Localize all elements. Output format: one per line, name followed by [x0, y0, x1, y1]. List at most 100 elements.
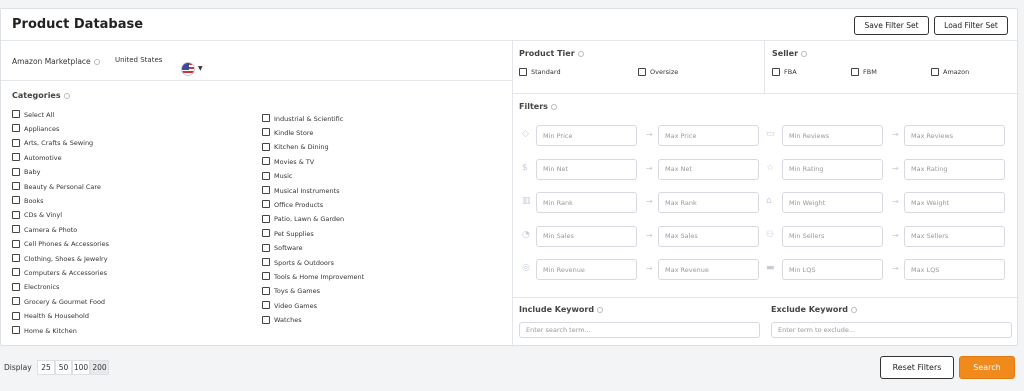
- page-size-50[interactable]: 50: [55, 360, 72, 375]
- exclude-keyword-input[interactable]: Enter term to exclude...: [771, 322, 1012, 338]
- checkbox-label-amazon: Amazon: [943, 68, 970, 76]
- tier-divider: [512, 93, 1019, 94]
- checkbox-category-select-all[interactable]: [12, 110, 20, 118]
- info-icon: [801, 50, 808, 57]
- checkbox-category-kitchen-and-dining[interactable]: [262, 142, 270, 151]
- category-label: Beauty & Personal Care: [24, 182, 101, 191]
- category-label: Clothing, Shoes & Jewelry: [24, 254, 108, 263]
- category-label: Watches: [274, 316, 302, 325]
- us-flag-icon[interactable]: [181, 62, 195, 76]
- product-database-panel: Product Database Save Filter Set Load Fi…: [0, 8, 1019, 347]
- include-keyword-label: Include Keyword: [519, 305, 604, 314]
- checkbox-category-cds-and-vinyl[interactable]: [12, 210, 20, 219]
- checkbox-category-clothing-shoes-and-jewelry[interactable]: [12, 254, 20, 262]
- save-filter-set-button[interactable]: Save Filter Set: [854, 16, 929, 35]
- checkbox-category-beauty-and-personal-care[interactable]: [12, 182, 20, 190]
- checkbox-category-cell-phones-and-accessories[interactable]: [12, 239, 20, 248]
- min-lqs-input[interactable]: Min LQS: [782, 259, 883, 280]
- category-label: Movies & TV: [274, 157, 315, 166]
- load-filter-set-button[interactable]: Load Filter Set: [934, 16, 1008, 35]
- reset-filters-button[interactable]: Reset Filters: [880, 356, 954, 379]
- category-label: Tools & Home Improvement: [274, 272, 365, 281]
- marketplace-label: Amazon Marketplace: [12, 57, 100, 66]
- category-label: Video Games: [274, 301, 318, 310]
- checkbox-category-pet-supplies[interactable]: [262, 229, 270, 238]
- min-sales-input[interactable]: Min Sales: [536, 225, 637, 247]
- max-rank-input[interactable]: Max Rank: [658, 192, 759, 213]
- revenue-icon: ◎: [522, 263, 530, 273]
- checkbox-category-industrial-and-scientific[interactable]: [262, 114, 270, 122]
- panel-header: Product Database Save Filter Set Load Fi…: [1, 9, 1017, 41]
- min-reviews-input[interactable]: Min Reviews: [782, 125, 883, 146]
- checkbox-category-software[interactable]: [262, 243, 270, 252]
- checkbox-oversize[interactable]: [638, 68, 646, 76]
- min-revenue-input[interactable]: Min Revenue: [536, 259, 637, 280]
- max-reviews-input[interactable]: Max Reviews: [904, 125, 1005, 146]
- checkbox-category-musical-instruments[interactable]: [262, 186, 270, 194]
- search-button[interactable]: Search: [959, 356, 1015, 379]
- checkbox-category-movies-and-tv[interactable]: [262, 157, 270, 166]
- dollar-icon: $: [522, 162, 528, 173]
- checkbox-fba[interactable]: [772, 68, 780, 76]
- checkbox-category-health-and-household[interactable]: [12, 311, 20, 320]
- checkbox-label-fba: FBA: [784, 68, 797, 76]
- info-icon: [851, 306, 857, 313]
- min-sellers-input[interactable]: Min Sellers: [782, 225, 883, 247]
- checkbox-category-baby[interactable]: [12, 167, 20, 176]
- quality-icon: ▬: [766, 263, 775, 273]
- category-label: Kitchen & Dining: [274, 143, 329, 152]
- max-price-input[interactable]: Max Price: [658, 125, 759, 146]
- marketplace-value[interactable]: United States: [115, 56, 162, 64]
- max-sales-input[interactable]: Max Sales: [658, 225, 759, 247]
- checkbox-category-watches[interactable]: [262, 315, 270, 324]
- page-size-25[interactable]: 25: [37, 360, 55, 375]
- min-price-input[interactable]: Min Price: [536, 125, 637, 146]
- min-weight-input[interactable]: Min Weight: [782, 192, 883, 213]
- arrow-right-icon: →: [892, 230, 899, 240]
- chevron-down-icon[interactable]: ▼: [198, 65, 203, 72]
- min-rating-input[interactable]: Min Rating: [782, 158, 883, 180]
- page-size-200[interactable]: 200: [90, 360, 109, 375]
- arrow-right-icon: →: [892, 197, 899, 206]
- checkbox-category-electronics[interactable]: [12, 282, 20, 291]
- checkbox-category-arts-crafts-and-sewing[interactable]: [12, 138, 20, 147]
- category-label: Baby: [24, 168, 41, 177]
- page-size-100[interactable]: 100: [72, 360, 90, 375]
- max-sellers-input[interactable]: Max Sellers: [904, 225, 1005, 247]
- max-weight-input[interactable]: Max Weight: [904, 192, 1005, 213]
- checkbox-category-tools-and-home-improvement[interactable]: [262, 272, 270, 281]
- checkbox-category-sports-and-outdoors[interactable]: [262, 258, 270, 266]
- checkbox-category-patio-lawn-and-garden[interactable]: [262, 214, 270, 223]
- category-label: Office Products: [274, 200, 324, 209]
- checkbox-category-music[interactable]: [262, 171, 270, 180]
- checkbox-category-office-products[interactable]: [262, 200, 270, 209]
- max-lqs-input[interactable]: Max LQS: [904, 259, 1005, 280]
- category-label: Computers & Accessories: [24, 268, 107, 277]
- checkbox-category-appliances[interactable]: [12, 124, 20, 133]
- max-rating-input[interactable]: Max Rating: [904, 158, 1005, 180]
- max-revenue-input[interactable]: Max Revenue: [658, 259, 759, 280]
- checkbox-category-automotive[interactable]: [12, 153, 20, 162]
- category-label: Arts, Crafts & Sewing: [24, 139, 94, 148]
- checkbox-fbm[interactable]: [851, 68, 859, 76]
- checkbox-standard[interactable]: [519, 68, 527, 76]
- min-rank-input[interactable]: Min Rank: [536, 192, 637, 213]
- checkbox-category-kindle-store[interactable]: [262, 128, 270, 137]
- checkbox-amazon[interactable]: [931, 68, 939, 76]
- arrow-right-icon: →: [646, 197, 653, 206]
- column-divider: [512, 41, 513, 347]
- marketplace-divider: [1, 80, 512, 81]
- checkbox-category-toys-and-games[interactable]: [262, 286, 270, 295]
- max-net-input[interactable]: Max Net: [658, 158, 759, 180]
- arrow-right-icon: →: [892, 264, 899, 273]
- checkbox-category-computers-and-accessories[interactable]: [12, 268, 20, 277]
- checkbox-category-grocery-and-gourmet-food[interactable]: [12, 297, 20, 306]
- info-icon: [577, 50, 584, 57]
- checkbox-category-books[interactable]: [12, 196, 20, 205]
- checkbox-category-video-games[interactable]: [262, 301, 270, 310]
- checkbox-category-camera-and-photo[interactable]: [12, 225, 20, 234]
- min-net-input[interactable]: Min Net: [536, 158, 637, 180]
- include-keyword-input[interactable]: Enter search term...: [519, 322, 760, 338]
- sales-icon: ◔: [522, 229, 530, 240]
- checkbox-category-home-and-kitchen[interactable]: [12, 326, 20, 334]
